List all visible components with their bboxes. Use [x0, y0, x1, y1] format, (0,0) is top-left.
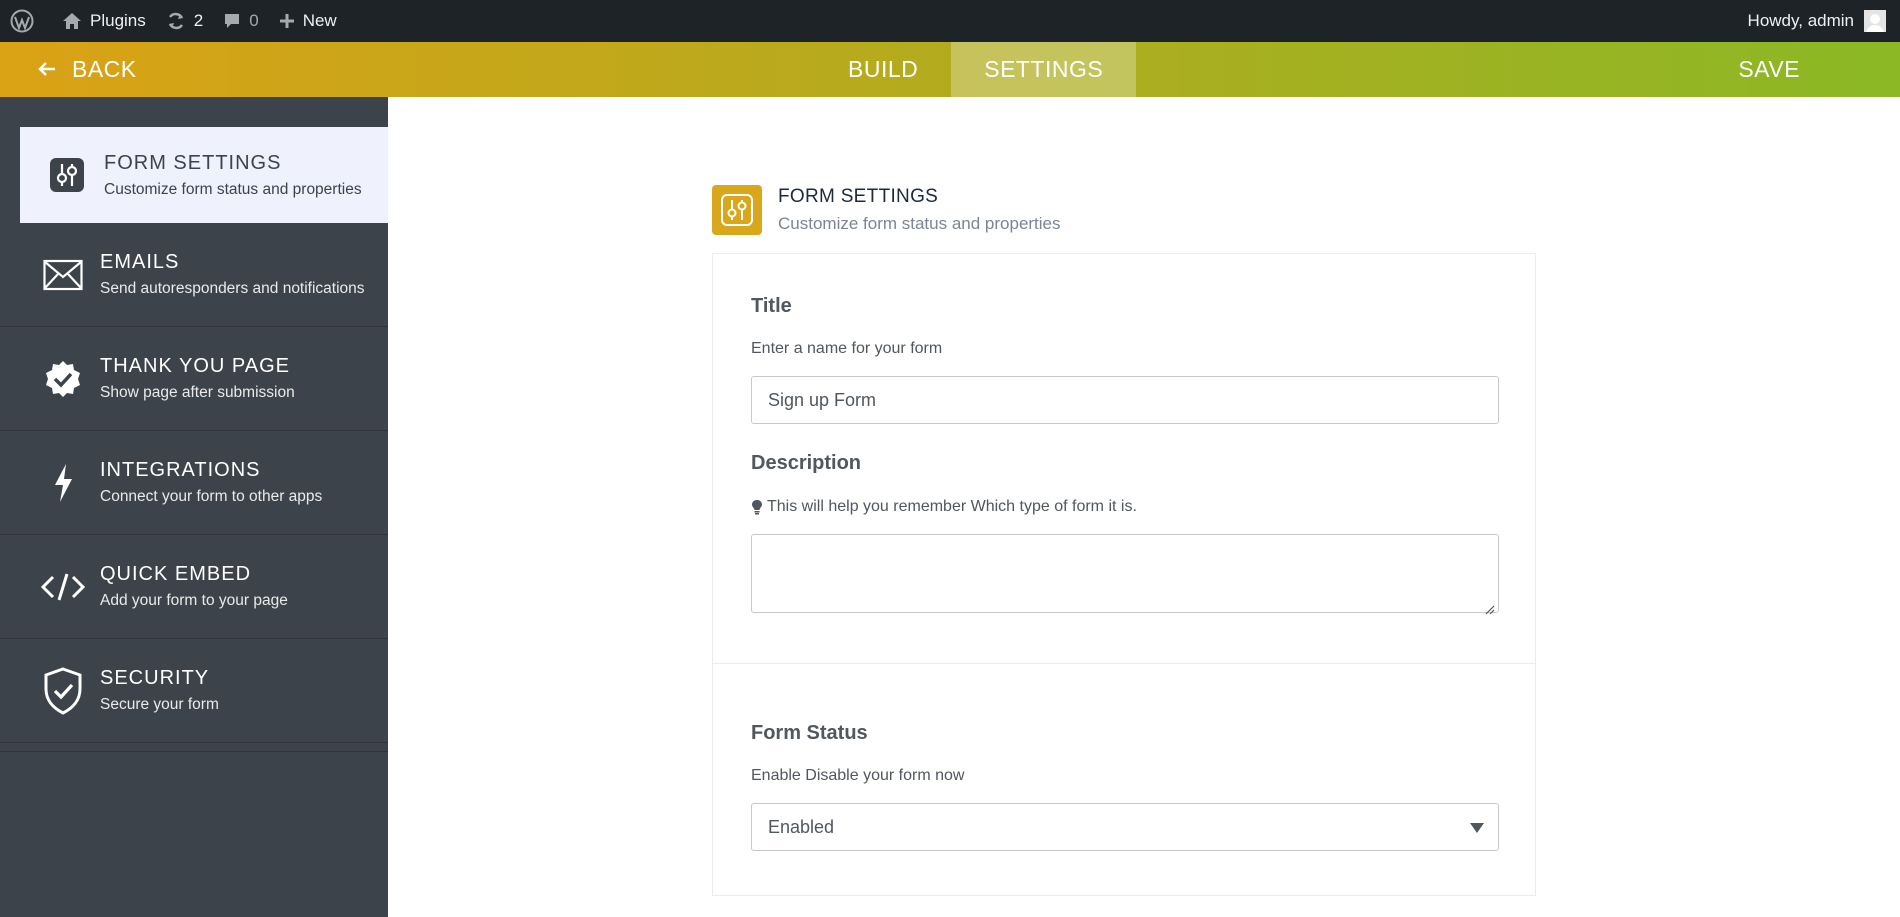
account-menu[interactable]: Howdy, admin: [1748, 10, 1900, 32]
bolt-icon: [40, 460, 86, 506]
wordpress-logo-button[interactable]: [0, 0, 52, 42]
save-button[interactable]: SAVE: [1738, 42, 1800, 97]
avatar: [1864, 10, 1886, 32]
sidebar-item-emails[interactable]: EMAILS Send autoresponders and notificat…: [0, 223, 388, 327]
page-title: FORM SETTINGS: [778, 186, 939, 207]
sidebar-item-title: EMAILS: [100, 251, 180, 273]
sidebar-item-form-settings[interactable]: FORM SETTINGS Customize form status and …: [20, 127, 388, 223]
updates-link[interactable]: 2: [156, 0, 213, 42]
sidebar-item-quick-embed[interactable]: QUICK EMBED Add your form to your page: [0, 535, 388, 639]
tab-build[interactable]: BUILD: [815, 42, 951, 97]
settings-sidebar: FORM SETTINGS Customize form status and …: [0, 97, 388, 917]
sidebar-item-title: THANK YOU PAGE: [100, 355, 290, 377]
new-content-link[interactable]: New: [269, 0, 347, 42]
description-help: This will help you remember Which type o…: [751, 498, 1137, 516]
page-subtitle: Customize form status and properties: [778, 214, 1061, 233]
sidebar-item-subtitle: Send autoresponders and notifications: [100, 280, 365, 297]
comments-link[interactable]: 0: [213, 0, 268, 42]
arrow-left-icon: [38, 57, 56, 83]
status-select-value: Enabled: [768, 816, 835, 837]
site-name-label: Plugins: [90, 11, 146, 30]
admin-bar: Plugins 2 0 New Howdy, admin: [0, 0, 1900, 42]
builder-tabs: BUILD SETTINGS: [815, 42, 1137, 97]
sidebar-item-title: SECURITY: [100, 667, 210, 689]
description-label: Description: [751, 452, 862, 474]
sidebar-item-subtitle: Connect your form to other apps: [100, 488, 323, 505]
sidebar-item-title: QUICK EMBED: [100, 563, 252, 585]
status-label: Form Status: [751, 722, 868, 744]
envelope-icon: [40, 252, 86, 298]
comments-count: 0: [249, 11, 259, 30]
sidebar-item-integrations[interactable]: INTEGRATIONS Connect your form to other …: [0, 431, 388, 535]
sidebar-item-subtitle: Secure your form: [100, 696, 219, 713]
back-label: BACK: [72, 56, 137, 82]
lightbulb-icon: [751, 499, 763, 515]
title-input[interactable]: Sign up Form: [751, 376, 1499, 424]
updates-count: 2: [193, 11, 204, 30]
wordpress-icon: [10, 9, 34, 33]
new-label: New: [302, 11, 337, 30]
refresh-icon: [166, 11, 186, 31]
sidebar-item-subtitle: Show page after submission: [100, 384, 295, 401]
sidebar-item-subtitle: Customize form status and properties: [104, 180, 362, 198]
status-select[interactable]: Enabled: [751, 803, 1499, 851]
section-divider: [713, 663, 1535, 664]
settings-card: Title Enter a name for your form Sign up…: [712, 253, 1536, 896]
sidebar-item-subtitle: Add your form to your page: [100, 592, 288, 609]
site-name-link[interactable]: Plugins: [52, 0, 156, 42]
sliders-icon: [712, 185, 762, 235]
resize-grip-icon[interactable]: [1485, 599, 1495, 615]
sidebar-item-thank-you-page[interactable]: THANK YOU PAGE Show page after submissio…: [0, 327, 388, 431]
status-help: Enable Disable your form now: [751, 767, 965, 784]
comment-icon: [223, 12, 241, 30]
title-input-value: Sign up Form: [768, 389, 877, 410]
sidebar-item-title: INTEGRATIONS: [100, 459, 261, 481]
sidebar-item-security[interactable]: SECURITY Secure your form: [0, 639, 388, 743]
howdy-label: Howdy, admin: [1747, 11, 1854, 30]
panel-header: FORM SETTINGS Customize form status and …: [712, 185, 1061, 235]
shield-check-icon: [40, 666, 86, 715]
description-help-text: This will help you remember Which type o…: [767, 498, 1137, 515]
builder-toolbar: BACK BUILD SETTINGS SAVE: [0, 42, 1900, 97]
title-help: Enter a name for your form: [751, 340, 943, 357]
tab-settings[interactable]: SETTINGS: [951, 42, 1137, 97]
badge-check-icon: [40, 356, 86, 402]
sliders-icon: [44, 152, 90, 198]
description-textarea[interactable]: [751, 534, 1499, 615]
title-label: Title: [751, 295, 792, 317]
sidebar-divider: [0, 743, 388, 752]
chevron-down-icon: [1470, 823, 1484, 833]
back-button[interactable]: BACK: [38, 42, 137, 97]
code-icon: [40, 564, 86, 610]
plus-icon: [279, 13, 295, 29]
home-icon: [62, 11, 82, 31]
sidebar-item-title: FORM SETTINGS: [104, 151, 282, 174]
